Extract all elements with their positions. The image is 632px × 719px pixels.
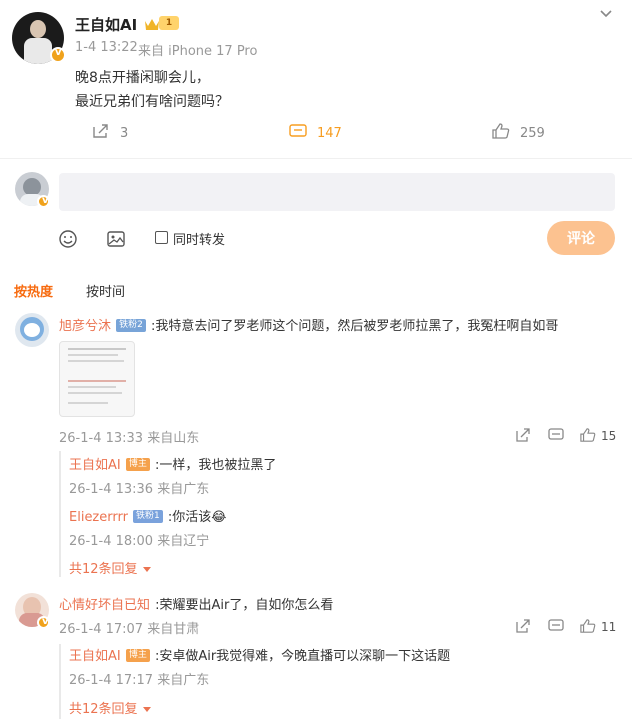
comment-line: 旭彦兮沐 铁粉2 :我特意去问了罗老师这个问题，然后被罗老师拉黑了，我冤枉啊自如… xyxy=(59,316,558,336)
emoji-icon[interactable] xyxy=(58,229,78,249)
thumb-up-icon[interactable] xyxy=(580,427,596,447)
reply-icon[interactable] xyxy=(548,427,564,447)
reply-author[interactable]: 王自如AI xyxy=(69,458,121,473)
like-button[interactable]: 259 xyxy=(492,123,545,143)
reply-line: Eliezerrrr 铁粉1 :你活该😂 xyxy=(69,507,226,527)
thumb-up-icon[interactable] xyxy=(580,618,596,638)
comment-meta: 26-1-4 17:07 来自甘肃 xyxy=(59,622,200,637)
repost-button[interactable]: 3 xyxy=(92,123,128,143)
more-replies-label: 共12条回复 xyxy=(69,562,138,577)
verified-badge-icon xyxy=(37,616,50,629)
reply-author[interactable]: 王自如AI xyxy=(69,649,121,664)
like-count: 259 xyxy=(520,125,545,141)
replies-divider xyxy=(59,451,61,577)
comment-icon xyxy=(289,123,307,143)
verified-badge-icon xyxy=(37,195,50,208)
comment-image-thumbnail[interactable] xyxy=(59,341,135,417)
comment-button[interactable]: 147 xyxy=(289,123,342,143)
submit-comment-button[interactable]: 评论 xyxy=(547,221,615,255)
crown-icon xyxy=(144,17,160,31)
reply-text: :你活该😂 xyxy=(167,510,227,525)
share-icon[interactable] xyxy=(515,427,531,447)
comment-meta: 26-1-4 13:33 来自山东 xyxy=(59,431,200,446)
commenter-name[interactable]: 心情好坏自已知 xyxy=(59,598,150,613)
replies-divider xyxy=(59,644,61,719)
post-source: 来自 iPhone 17 Pro xyxy=(138,44,258,59)
reply-icon[interactable] xyxy=(548,618,564,638)
comment-input[interactable] xyxy=(59,173,615,211)
author-name[interactable]: 王自如AI xyxy=(75,14,137,35)
thumb-up-icon xyxy=(492,123,510,143)
post-time: 1-4 13:22 xyxy=(75,40,138,55)
caret-down-icon xyxy=(142,558,151,577)
also-repost-checkbox[interactable] xyxy=(155,231,168,244)
image-icon[interactable] xyxy=(106,229,126,249)
comment-like-count: 11 xyxy=(601,620,617,634)
reply-line: 王自如AI 博主 :安卓做Air我觉得难，今晚直播可以深聊一下这话题 xyxy=(69,646,450,666)
also-repost-label: 同时转发 xyxy=(173,233,226,248)
level-badge: 1 xyxy=(159,16,179,30)
commenter-name[interactable]: 旭彦兮沐 xyxy=(59,319,111,334)
tab-sort-hot[interactable]: 按热度 xyxy=(14,281,53,300)
reply-meta: 26-1-4 13:36 来自广东 xyxy=(69,482,210,497)
divider xyxy=(0,158,632,159)
fan-badge: 铁粉1 xyxy=(133,510,163,523)
repost-count: 3 xyxy=(120,125,129,141)
reply-text: :安卓做Air我觉得难，今晚直播可以深聊一下这话题 xyxy=(154,649,451,664)
reply-meta: 26-1-4 18:00 来自辽宁 xyxy=(69,534,210,549)
post-text-line-2: 最近兄弟们有啥问题吗？ xyxy=(75,94,229,110)
repost-icon xyxy=(92,123,110,143)
reply-author[interactable]: Eliezerrrr xyxy=(69,510,128,525)
chevron-down-icon[interactable] xyxy=(598,6,614,22)
comment-text: :我特意去问了罗老师这个问题，然后被罗老师拉黑了，我冤枉啊自如哥 xyxy=(150,319,559,334)
post-text-line-1: 晚8点开播闲聊会儿， xyxy=(75,70,210,86)
reply-text: :一样，我也被拉黑了 xyxy=(154,458,277,473)
fan-badge: 铁粉2 xyxy=(116,319,146,332)
tab-sort-time[interactable]: 按时间 xyxy=(86,281,125,300)
reply-meta: 26-1-4 17:17 来自广东 xyxy=(69,673,210,688)
comment-line: 心情好坏自已知 :荣耀要出Air了，自如你怎么看 xyxy=(59,595,333,615)
more-replies-link[interactable]: 共12条回复 xyxy=(69,698,151,717)
more-replies-label: 共12条回复 xyxy=(69,702,138,717)
author-badge: 博主 xyxy=(125,649,150,662)
comment-text: :荣耀要出Air了，自如你怎么看 xyxy=(155,598,334,613)
share-icon[interactable] xyxy=(515,618,531,638)
comment-like-count: 15 xyxy=(601,429,617,443)
caret-down-icon xyxy=(142,698,151,717)
reply-line: 王自如AI 博主 :一样，我也被拉黑了 xyxy=(69,455,276,475)
more-replies-link[interactable]: 共12条回复 xyxy=(69,558,151,577)
author-badge: 博主 xyxy=(125,458,150,471)
commenter-avatar[interactable] xyxy=(15,313,49,347)
verified-badge-icon xyxy=(50,47,66,63)
comment-count: 147 xyxy=(317,125,342,141)
